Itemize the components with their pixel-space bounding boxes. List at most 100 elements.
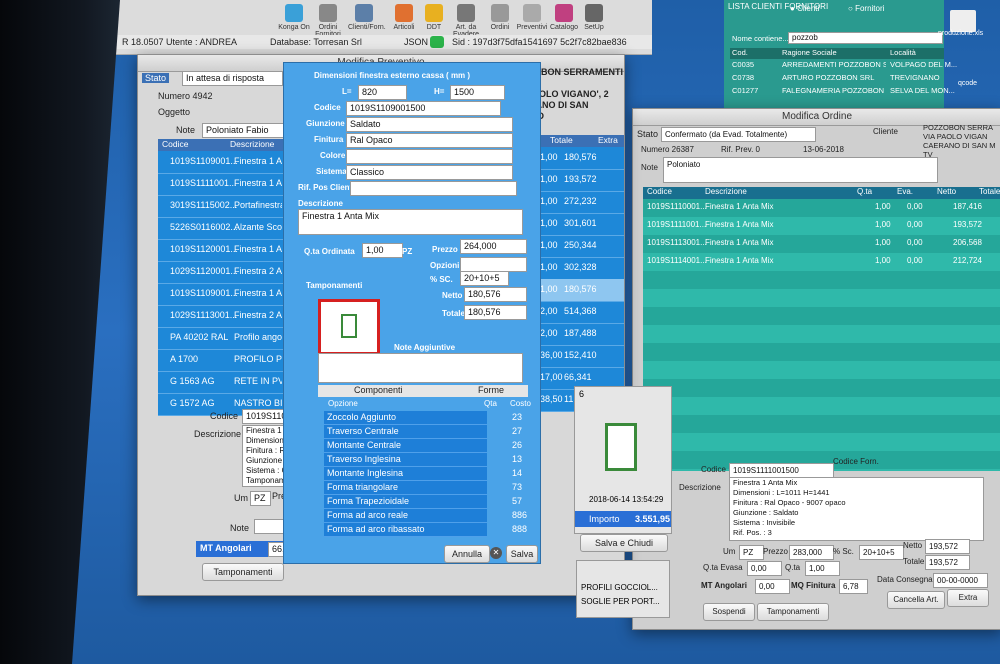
table-row[interactable]: 1,00 180,576 — [540, 147, 624, 170]
component-row[interactable]: Zoccolo Aggiunto 23 — [324, 411, 522, 425]
ordine-data-field[interactable]: 00-00-0000 — [933, 573, 988, 588]
table-row[interactable]: 2,00 514,368 — [540, 301, 624, 324]
component-row[interactable]: Forma triangolare 73 — [324, 481, 522, 495]
table-row[interactable]: 1019S1114001... Finestra 1 Anta Mix 1,00 0,… — [643, 253, 1000, 271]
table-row[interactable]: 1029S1120001...Finestra 2 Ante — [158, 261, 284, 284]
descrizione-field[interactable]: Finestra 1 Anta MDimensioni : L=82Finitu… — [242, 425, 289, 487]
cancella-art-button[interactable]: Cancella Art. — [887, 591, 945, 609]
opzioni-field[interactable] — [460, 257, 527, 272]
ordine-mt-field[interactable]: 0,00 — [755, 579, 790, 594]
tab-componenti[interactable]: Componenti — [354, 385, 403, 395]
finitura-select[interactable]: Ral Opaco — [346, 133, 513, 148]
giunzione-select[interactable]: Saldato — [346, 117, 513, 132]
toolbar-articoli[interactable]: Articoli — [388, 4, 420, 31]
table-row[interactable]: 5226S0116002...Alzante Scorrev — [158, 217, 284, 240]
toolbar-setup[interactable]: SetUp — [578, 4, 610, 31]
extra-button[interactable]: Extra — [947, 589, 989, 607]
table-row[interactable]: 1019S1111001...Finestra 1 Anta — [158, 173, 284, 196]
ordine-tamponamenti-button[interactable]: Tamponamenti — [757, 603, 829, 621]
table-row[interactable]: 36,00 152,410 — [540, 345, 624, 368]
annulla-x-icon[interactable]: ✕ — [490, 547, 502, 559]
sc-field[interactable]: 20+10+5 — [460, 271, 509, 286]
component-row[interactable]: Forma ad arco ribassato 888 — [324, 523, 527, 537]
table-row[interactable]: 3019S1115002...Portafinestra co — [158, 195, 284, 218]
toolbar-preventivi[interactable]: Preventivi — [516, 4, 548, 31]
toolbar-ordini[interactable]: Ordini — [484, 4, 516, 31]
table-row[interactable]: PA 40202 RALProfilo angolare — [158, 327, 284, 350]
toolbar-konga[interactable]: Konga On — [278, 4, 310, 31]
toolbar-art-evadere[interactable]: Art. da Evadere — [450, 4, 482, 38]
h-field[interactable]: 1500 — [450, 85, 505, 100]
note-aggiuntive-field[interactable] — [318, 353, 523, 383]
salva-chiudi-button[interactable]: Salva e Chiudi — [580, 534, 668, 552]
radio-clienti[interactable]: ● Clienti — [790, 4, 819, 13]
table-row[interactable]: G 1563 AGRETE IN PVC B — [158, 371, 284, 394]
codice-field[interactable]: 1019S1109001500 — [346, 101, 501, 116]
toolbar-clienti[interactable]: Clienti/Forn. — [348, 4, 386, 31]
table-row-selected[interactable]: 1,00 180,576 — [540, 279, 624, 302]
ordine-mq-field[interactable]: 6,78 — [839, 579, 868, 594]
file-icon[interactable] — [950, 10, 976, 32]
ordine-qta-field[interactable]: 1,00 — [805, 561, 840, 576]
tamponamenti-button[interactable]: Tamponamenti — [202, 563, 284, 581]
status-bar: R 18.0507 Utente : ANDREA Database: Torr… — [112, 35, 652, 49]
salva-button[interactable]: Salva — [506, 545, 538, 563]
table-row[interactable]: 1019S1109001...Finestra 1 Anta — [158, 151, 284, 174]
ordine-codice-field[interactable]: 1019S1111001500 — [729, 463, 834, 478]
ordine-sc-field[interactable]: 20+10+5 — [859, 545, 904, 560]
table-row[interactable]: 2,00 187,488 — [540, 323, 624, 346]
table-row[interactable]: 1019S1113001... Finestra 1 Anta Mix 1,00 0,… — [643, 235, 1000, 253]
table-row[interactable]: 1019S1110001... Finestra 1 Anta Mix 1,00 0,… — [643, 199, 1000, 217]
toolbar-ddt[interactable]: DDT — [418, 4, 450, 31]
annulla-button[interactable]: Annulla — [444, 545, 490, 563]
side-list: PROFILI GOCCIOL... SOGLIE PER PORT... — [576, 560, 670, 618]
rif-field[interactable] — [350, 181, 517, 196]
totale-field[interactable]: 180,576 — [464, 305, 527, 320]
tab-forme[interactable]: Forme — [478, 385, 504, 395]
colore-select[interactable] — [346, 149, 513, 164]
radio-fornitori[interactable]: ○ Fornitori — [848, 4, 884, 13]
ordine-prezzo-field[interactable]: 283,000 — [789, 545, 834, 560]
component-row[interactable]: Forma Trapezioidale 57 — [324, 495, 522, 509]
ordine-netto-field[interactable]: 193,572 — [925, 539, 970, 554]
toolbar-ordini-fornitori[interactable]: Ordini Fornitori — [312, 4, 344, 38]
table-row[interactable]: 1,00 250,344 — [540, 235, 624, 258]
table-row[interactable]: 1029S1113001...Finestra 2 Ante — [158, 305, 284, 328]
l-field[interactable]: 820 — [358, 85, 407, 100]
ordine-note-field[interactable]: Poloniato — [663, 157, 938, 183]
table-row[interactable]: 1019S1109001...Finestra 1 Anta — [158, 283, 284, 306]
ordine-um-field[interactable]: PZ — [739, 545, 764, 560]
stato-select[interactable]: In attesa di risposta — [182, 71, 283, 86]
component-row[interactable]: Montante Inglesina 14 — [324, 467, 522, 481]
ordine-descrizione-field[interactable]: Finestra 1 Anta Mix Dimensioni : L=1011 H… — [729, 477, 984, 541]
ordine-qta-evasa-field[interactable]: 0,00 — [747, 561, 782, 576]
component-row[interactable]: Forma ad arco reale 886 — [324, 509, 527, 523]
table-row[interactable]: 1,00 272,232 — [540, 191, 624, 214]
table-row[interactable]: 1019S1120001...Finestra 1 Anta — [158, 239, 284, 262]
codice-field[interactable]: 1019S110900150 — [242, 409, 287, 424]
tabs: Componenti Forme — [318, 385, 528, 397]
table-row[interactable]: A 1700PROFILO PER I — [158, 349, 284, 372]
side-list-item[interactable]: SOGLIE PER PORT... — [581, 597, 660, 606]
table-row[interactable]: 1,00 193,572 — [540, 169, 624, 192]
component-row[interactable]: Montante Centrale 26 — [324, 439, 522, 453]
um-field[interactable]: PZ — [250, 491, 271, 506]
tamponamento-preview[interactable] — [318, 299, 380, 355]
toolbar-catalogo[interactable]: Catalogo — [548, 4, 580, 31]
descrizione-field[interactable]: Finestra 1 Anta Mix — [298, 209, 523, 235]
ordine-stato-select[interactable]: Confermato (da Evad. Totalmente) — [661, 127, 816, 142]
table-row[interactable]: 1,00 301,601 — [540, 213, 624, 236]
component-row[interactable]: Traverso Centrale 27 — [324, 425, 522, 439]
ordine-totale-field[interactable]: 193,572 — [925, 555, 970, 570]
qta-field[interactable]: 1,00 — [362, 243, 403, 258]
component-row[interactable]: Traverso Inglesina 13 — [324, 453, 522, 467]
prezzo-field[interactable]: 264,000 — [460, 239, 527, 254]
netto-field[interactable]: 180,576 — [464, 287, 527, 302]
sistema-select[interactable]: Classico — [346, 165, 513, 180]
clients-search-input[interactable]: pozzob — [788, 32, 943, 44]
sospendi-button[interactable]: Sospendi — [703, 603, 755, 621]
side-list-item[interactable]: PROFILI GOCCIOL... — [581, 583, 658, 592]
table-row[interactable]: 1019S1111001... Finestra 1 Anta Mix 1,00 0,… — [643, 217, 1000, 235]
table-row[interactable]: 1,00 302,328 — [540, 257, 624, 280]
note-field[interactable]: Poloniato Fabio — [202, 123, 287, 138]
